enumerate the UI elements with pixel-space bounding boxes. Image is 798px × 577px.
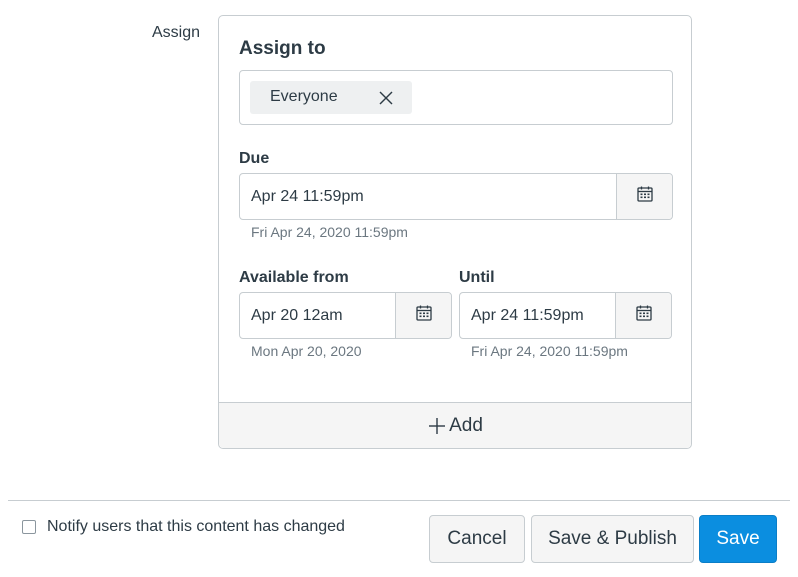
add-label: Add	[449, 414, 483, 436]
calendar-icon	[415, 305, 432, 326]
available-from-label: Available from	[239, 269, 349, 286]
calendar-icon	[636, 186, 653, 207]
cancel-button[interactable]: Cancel	[429, 515, 525, 563]
save-button[interactable]: Save	[699, 515, 777, 563]
close-icon[interactable]	[377, 89, 395, 107]
due-label: Due	[239, 150, 270, 167]
available-from-helper: Mon Apr 20, 2020	[251, 343, 362, 359]
available-from-calendar-button[interactable]	[395, 293, 451, 338]
assign-to-title: Assign to	[239, 38, 326, 59]
assignee-token-label: Everyone	[270, 88, 338, 105]
until-input[interactable]: Apr 24 11:59pm	[460, 293, 615, 338]
until-calendar-button[interactable]	[615, 293, 671, 338]
plus-icon	[427, 416, 447, 436]
due-date-helper: Fri Apr 24, 2020 11:59pm	[251, 224, 408, 240]
notify-users-option: Notify users that this content has chang…	[22, 518, 345, 536]
notify-users-checkbox[interactable]	[22, 520, 36, 534]
until-field: Apr 24 11:59pm	[459, 292, 672, 339]
footer-divider	[8, 500, 790, 501]
due-date-field: Apr 24 11:59pm	[239, 173, 673, 220]
until-helper: Fri Apr 24, 2020 11:59pm	[471, 343, 628, 359]
assignment-edit-page: Assign Assign to Everyone Due Apr 24 11:…	[0, 0, 798, 577]
assign-card: Assign to Everyone Due Apr 24 11:59pm Fr…	[218, 15, 692, 449]
due-date-input[interactable]: Apr 24 11:59pm	[240, 174, 616, 219]
notify-users-label[interactable]: Notify users that this content has chang…	[47, 518, 345, 536]
due-calendar-button[interactable]	[616, 174, 672, 219]
available-from-field: Apr 20 12am	[239, 292, 452, 339]
until-label: Until	[459, 269, 495, 286]
calendar-icon	[635, 305, 652, 326]
assign-to-input[interactable]: Everyone	[239, 70, 673, 125]
add-assignment-button[interactable]: Add	[219, 402, 691, 448]
assignee-token: Everyone	[250, 81, 412, 114]
save-and-publish-button[interactable]: Save & Publish	[531, 515, 694, 563]
available-from-input[interactable]: Apr 20 12am	[240, 293, 395, 338]
assign-section-label: Assign	[152, 24, 201, 41]
